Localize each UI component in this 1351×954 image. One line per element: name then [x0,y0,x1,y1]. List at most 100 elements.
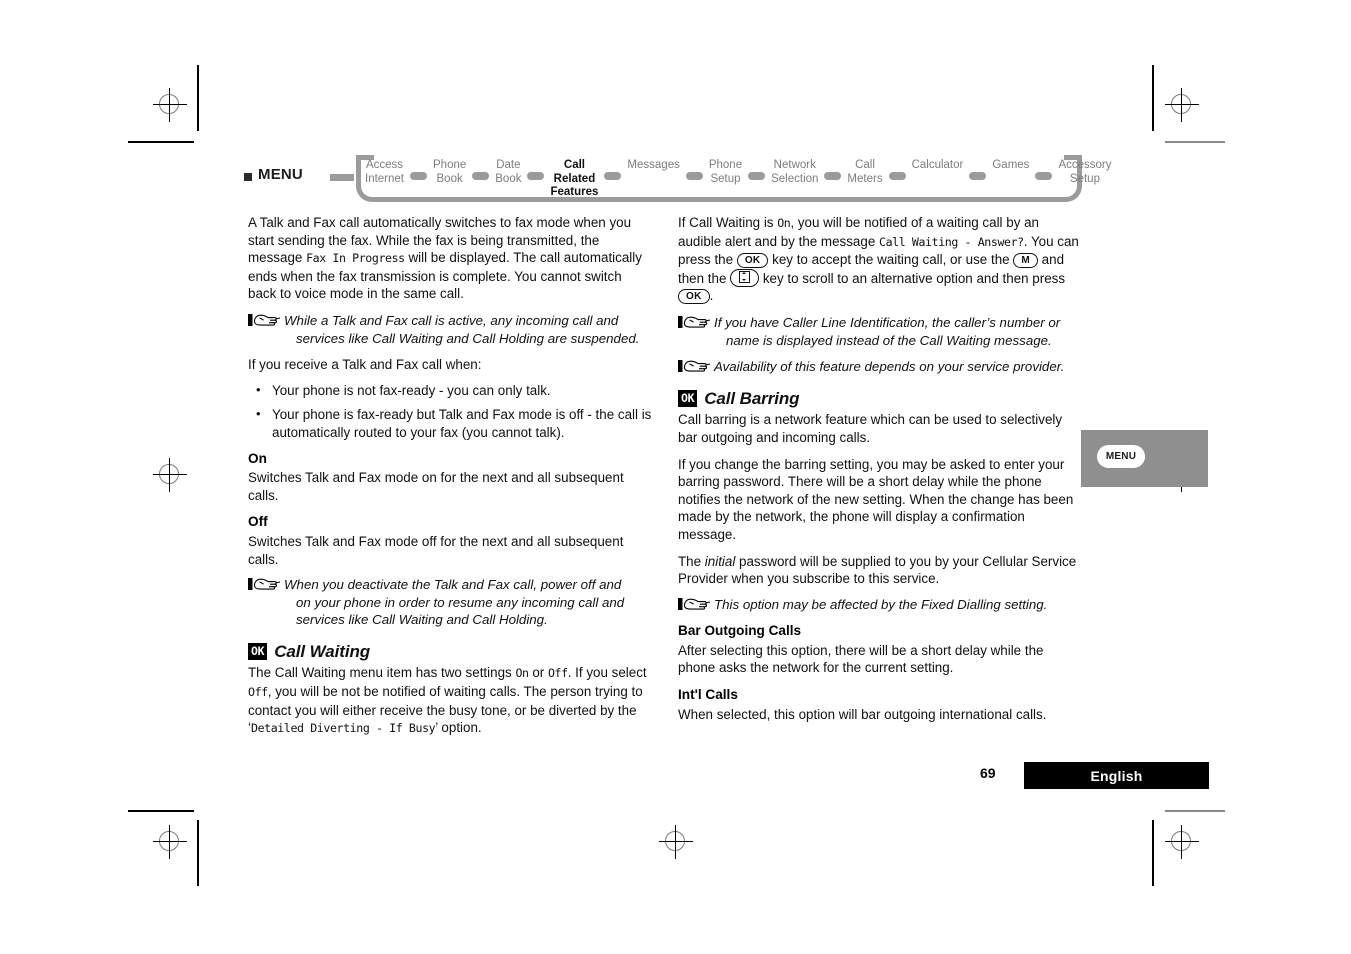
breadcrumb-item[interactable]: Phone Setup [706,156,745,186]
ok-key-icon: OK [736,253,769,269]
manual-page: MENU Access Internet Phone Book Date Book C… [0,0,1351,954]
heading-bar-outgoing-calls: Bar Outgoing Calls [678,623,802,639]
note-line-1: If you have Caller Line Identification, … [714,314,1061,330]
paragraph-initial-password: The initial password will be supplied to… [678,553,1083,588]
heading-off: Off [248,514,268,530]
ok-badge-icon: OK [248,643,268,661]
section-heading-call-barring: OK Call Barring [678,390,1083,408]
breadcrumb-separator-icon [472,172,490,180]
text-fragment: The Call Waiting menu item has two setti… [248,665,516,681]
note-line-2: services like Call Waiting and Call Hold… [296,330,640,346]
breadcrumb-item[interactable]: Network Selection [768,156,821,186]
note-line-1: This option may be affected by the Fixed… [714,596,1048,612]
crop-mark-bottom-left-horizontal [128,810,194,812]
crop-mark-bottom-right-vertical [1152,820,1154,886]
breadcrumb-items: Access Internet Phone Book Date Book Call R… [362,156,1111,198]
note-deactivate-talk-fax: When you deactivate the Talk and Fax cal… [248,576,653,629]
breadcrumb-separator-icon [824,172,842,180]
text-fragment: key to scroll to an alternative option a… [759,270,1066,286]
pointing-hand-icon [678,359,711,374]
pointing-hand-icon [248,577,281,592]
paragraph-barring-password: If you change the barring setting, you m… [678,456,1074,542]
language-bar: English [1024,762,1209,789]
registration-mark-bottom-center [659,825,693,859]
paragraph-receive-lead: If you receive a Talk and Fax call when: [248,357,482,373]
breadcrumb-item[interactable]: Games [989,156,1032,173]
page-number: 69 [980,765,996,781]
heading-intl-calls: Int'l Calls [678,687,738,703]
breadcrumb-item[interactable]: Call Meters [844,156,885,186]
breadcrumb-item[interactable]: Calculator [909,156,967,173]
note-feature-availability: Availability of this feature depends on … [678,358,1083,376]
side-menu-tab[interactable]: MENU [1081,430,1208,487]
heading-on: On [248,450,267,466]
breadcrumb-separator-icon [888,172,906,180]
breadcrumb-separator-icon [527,172,545,180]
text-fragment: . [709,288,714,304]
right-column: If Call Waiting is On, you will be notif… [678,214,1083,732]
pointing-hand-icon [248,313,281,328]
language-label: English [1090,767,1143,784]
note-line-1: Availability of this feature depends on … [714,359,1065,375]
paragraph-off-body: Switches Talk and Fax mode off for the n… [248,533,624,567]
text-fragment: . If you select [567,665,647,681]
lcd-text-on: On [777,216,791,230]
text-fragment: If Call Waiting is [678,215,778,230]
note-line-3: services like Call Waiting and Call Hold… [296,612,548,628]
crop-mark-bottom-left-vertical [197,820,199,886]
m-key-icon: M [1013,253,1038,269]
crop-mark-top-right-horizontal [1165,141,1225,143]
lcd-text-off: Off [547,666,568,681]
scroll-key-icon [730,268,760,287]
menu-square-icon [244,173,252,181]
breadcrumb: MENU Access Internet Phone Book Date Book C… [244,155,1111,202]
breadcrumb-menu-connector [330,174,354,181]
registration-mark-mid-left [153,458,187,492]
lcd-text-off-2: Off [248,685,268,700]
crop-mark-top-right-vertical [1152,65,1154,131]
breadcrumb-item[interactable]: Call Related Features [547,156,601,200]
note-line-2: name is displayed instead of the Call Wa… [726,332,1052,348]
menu-button-label: MENU [1105,451,1137,462]
pointing-hand-icon [678,315,711,330]
lcd-text-on: On [515,666,529,681]
note-talk-fax-suspended: While a Talk and Fax call is active, any… [248,312,653,347]
bullet-list-receive-cases: Your phone is not fax-ready - you can on… [248,381,653,442]
menu-button[interactable]: MENU [1097,445,1145,468]
breadcrumb-item[interactable]: Date Book [492,156,524,186]
registration-mark-bottom-right [1165,825,1199,859]
note-line-2: on your phone in order to resume any inc… [296,594,625,610]
breadcrumb-item[interactable]: Accessory Setup [1055,156,1114,186]
breadcrumb-separator-icon [410,172,427,180]
list-item: Your phone is not fax-ready - you can on… [256,381,653,400]
crop-mark-top-left-horizontal [128,141,194,143]
note-caller-line-identification: If you have Caller Line Identification, … [678,314,1083,349]
note-fixed-dialling: This option may be affected by the Fixed… [678,596,1083,614]
breadcrumb-item[interactable]: Phone Book [430,156,469,186]
section-title: Call Barring [704,388,800,408]
list-item: Your phone is fax-ready but Talk and Fax… [256,405,653,441]
paragraph-on-body: Switches Talk and Fax mode on for the ne… [248,470,624,503]
section-title: Call Waiting [274,641,371,661]
lcd-text-detailed-diverting: Detailed Diverting - If Busy [250,721,436,736]
text-fragment: or [528,665,548,681]
breadcrumb-separator-icon [604,172,622,180]
lcd-text-call-waiting-answer: Call Waiting - Answer? [879,234,1024,249]
breadcrumb-item[interactable]: Access Internet [362,156,407,186]
breadcrumb-item[interactable]: Messages [624,156,682,173]
ok-key-icon-2: OK [678,289,710,305]
registration-mark-top-right [1165,88,1199,122]
text-fragment: key to accept the waiting call, or use t… [768,252,1014,268]
pointing-hand-icon [678,597,711,612]
registration-mark-top-left [153,88,187,122]
paragraph-intl-calls-body: When selected, this option will bar outg… [678,706,1047,722]
text-fragment: password will be supplied to you by your… [678,553,1077,587]
crop-mark-top-left-vertical [197,65,199,131]
paragraph-call-waiting-on: If Call Waiting is On, you will be notif… [678,214,1083,305]
text-fragment: ’ option. [435,720,482,736]
breadcrumb-menu-label: MENU [258,166,303,183]
paragraph-talk-and-fax-intro: A Talk and Fax call automatically switch… [248,214,653,303]
note-line-1: When you deactivate the Talk and Fax cal… [284,577,622,593]
lcd-text-fax-in-progress: Fax In Progress [306,251,405,266]
breadcrumb-separator-icon [969,172,987,180]
